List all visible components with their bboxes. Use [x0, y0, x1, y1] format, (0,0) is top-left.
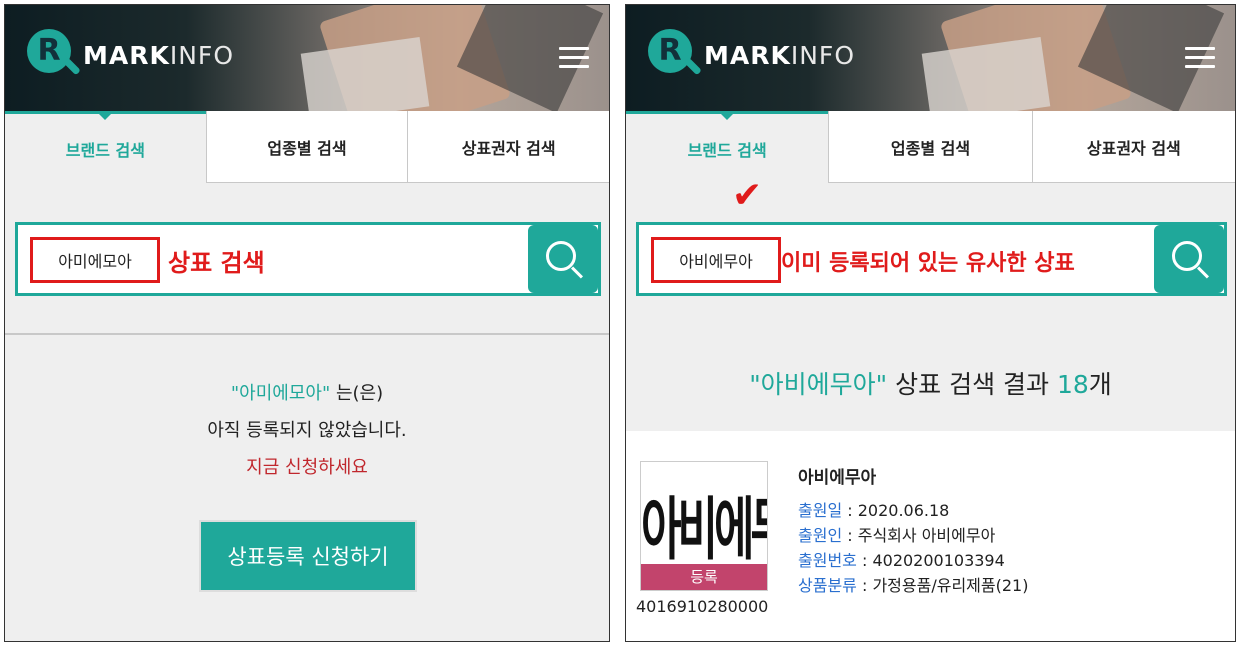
- search-tabs: 브랜드 검색 업종별 검색 상표권자 검색: [626, 111, 1235, 183]
- search-input[interactable]: 아미에모아: [30, 237, 160, 283]
- search-bar: 아미에모아 상표 검색: [15, 222, 601, 296]
- application-number-row: 출원번호 : 4020200103394: [798, 551, 1005, 570]
- status-badge: 등록: [641, 564, 767, 590]
- divider: [5, 333, 609, 335]
- search-input[interactable]: 아비에무아: [651, 237, 781, 283]
- annotation-label: 이미 등록되어 있는 유사한 상표: [781, 251, 1075, 276]
- search-bar: 아비에무아 이미 등록되어 있는 유사한 상표: [636, 222, 1227, 296]
- trademark-thumbnail[interactable]: 아비에무아 등록: [640, 461, 768, 591]
- logo-text: MARKINFO: [83, 40, 234, 70]
- logo-magnifier-icon: R: [648, 29, 702, 81]
- apply-now-text: 지금 신청하세요: [246, 457, 368, 478]
- site-header: R MARKINFO: [5, 5, 609, 111]
- tab-owner-search[interactable]: 상표권자 검색: [1031, 111, 1235, 183]
- apply-trademark-button[interactable]: 상표등록 신청하기: [199, 520, 417, 592]
- logo-magnifier-icon: R: [27, 29, 81, 81]
- search-tabs: 브랜드 검색 업종별 검색 상표권자 검색: [5, 111, 609, 183]
- results-heading: "아비에무아" 상표 검색 결과 18개: [749, 370, 1112, 399]
- registration-number: 4016910280000: [636, 597, 769, 616]
- markinfo-logo[interactable]: R MARKINFO: [27, 29, 234, 81]
- tab-industry-search[interactable]: 업종별 검색: [205, 111, 408, 183]
- site-header: R MARKINFO: [626, 5, 1235, 111]
- filing-date-row: 출원일 : 2020.06.18: [798, 501, 950, 520]
- result-item[interactable]: 아비에무아 등록 4016910280000 아비에무아 출원일 : 2020.…: [626, 431, 1235, 641]
- tab-brand-search[interactable]: 브랜드 검색: [626, 111, 829, 183]
- left-screenshot-panel: R MARKINFO 브랜드 검색 업종별 검색 상표권자 검색 아미에모아 상…: [4, 4, 610, 642]
- menu-icon[interactable]: [559, 47, 589, 69]
- tab-brand-search[interactable]: 브랜드 검색: [5, 111, 206, 183]
- right-screenshot-panel: R MARKINFO 브랜드 검색 업종별 검색 상표권자 검색 ✔ 아비에무아…: [625, 4, 1236, 642]
- annotation-label: 상표 검색: [168, 249, 265, 277]
- tab-owner-search[interactable]: 상표권자 검색: [407, 111, 609, 183]
- trademark-name[interactable]: 아비에무아: [798, 463, 876, 488]
- goods-class-row: 상품분류 : 가정용품/유리제품(21): [798, 576, 1029, 595]
- not-registered-line2: 아직 등록되지 않았습니다.: [207, 420, 407, 441]
- search-button[interactable]: [1154, 225, 1224, 293]
- logo-text: MARKINFO: [704, 40, 855, 70]
- menu-icon[interactable]: [1185, 47, 1215, 69]
- check-mark-icon: ✔: [732, 175, 763, 216]
- markinfo-logo[interactable]: R MARKINFO: [648, 29, 855, 81]
- search-button[interactable]: [528, 225, 598, 293]
- tab-industry-search[interactable]: 업종별 검색: [828, 111, 1032, 183]
- applicant-row: 출원인 : 주식회사 아비에무아: [798, 526, 996, 545]
- not-registered-line1: "아미에모아" 는(은): [230, 383, 384, 404]
